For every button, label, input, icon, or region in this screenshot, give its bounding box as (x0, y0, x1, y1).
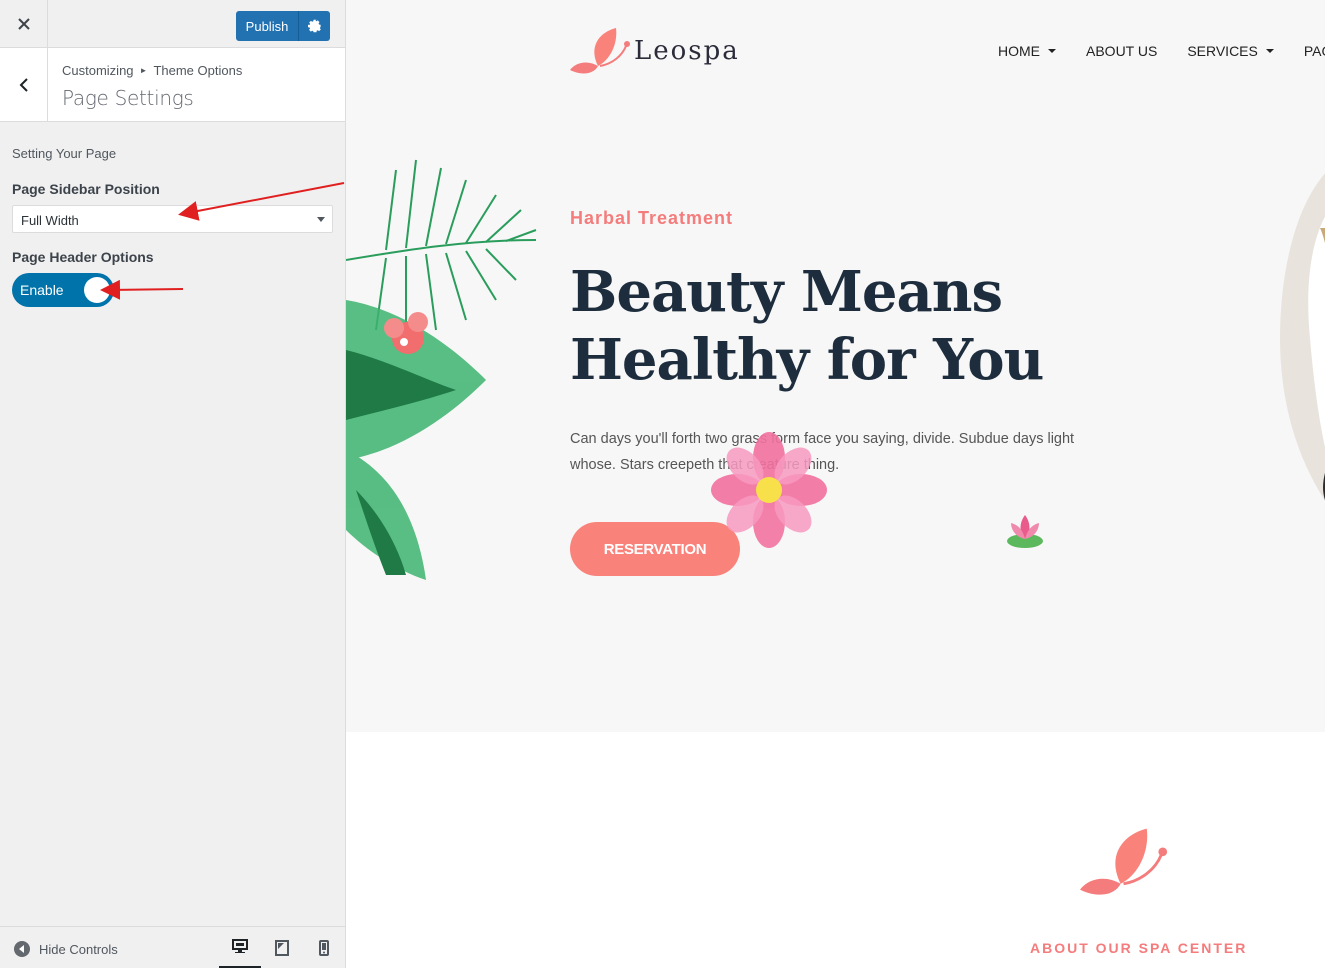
site-preview: Leospa HOME ABOUT US SERVICES PAGE Harba… (346, 0, 1325, 968)
nav-item-page[interactable]: PAGE (1304, 43, 1325, 59)
nav-item-services[interactable]: SERVICES (1187, 43, 1274, 59)
close-icon (17, 18, 30, 30)
chevron-left-icon (19, 77, 28, 92)
headline-line-2: Healthy for You (570, 327, 1044, 393)
hide-controls-icon (14, 941, 30, 957)
butterfly-logo-icon (570, 28, 630, 74)
headline-line-1: Beauty Means (570, 259, 1003, 325)
about-butterfly-icon (1080, 828, 1168, 895)
publish-settings-button[interactable] (298, 11, 330, 41)
mobile-icon (319, 940, 329, 956)
back-button[interactable] (0, 48, 48, 121)
chevron-down-icon (317, 217, 325, 222)
breadcrumb: Customizing ► Theme Options (62, 63, 242, 78)
nav-label: HOME (998, 43, 1040, 59)
hero-eyebrow: Harbal Treatment (570, 208, 734, 228)
customizer-footer: Hide Controls (0, 926, 345, 968)
header-options-toggle[interactable]: Enable (12, 273, 114, 307)
preview-tablet-button[interactable] (261, 927, 303, 968)
publish-button[interactable]: Publish (236, 11, 298, 41)
lotus-icon (1007, 515, 1043, 548)
customizer-header: Publish (0, 0, 345, 48)
tablet-icon (275, 940, 289, 956)
about-section-label: ABOUT OUR SPA CENTER (1030, 940, 1248, 956)
gear-icon (307, 19, 321, 33)
toggle-knob (84, 277, 110, 303)
site-logo[interactable]: Leospa (570, 26, 740, 76)
nav-item-about-us[interactable]: ABOUT US (1086, 43, 1157, 59)
preview-desktop-button[interactable] (219, 927, 261, 968)
device-preview-switcher (219, 927, 345, 968)
section-description: Setting Your Page (12, 146, 117, 161)
hero-photo (1280, 173, 1325, 501)
desktop-icon (232, 939, 248, 953)
nav-label: PAGE (1303, 43, 1325, 59)
nav-label: SERVICES (1187, 43, 1258, 59)
preview-mobile-button[interactable] (303, 927, 345, 968)
toggle-state-label: Enable (20, 282, 64, 298)
breadcrumb-parent: Theme Options (153, 63, 243, 78)
nav-item-home[interactable]: HOME (998, 43, 1056, 59)
close-button[interactable] (0, 0, 48, 48)
nav-label: ABOUT US (1086, 43, 1158, 59)
hero-body: Can days you'll forth two grass form fac… (570, 431, 1075, 473)
publish-group: Publish (236, 11, 330, 41)
logo-text: Leospa (634, 36, 740, 66)
sidebar-position-label: Page Sidebar Position (12, 181, 160, 197)
palm-leaves-illustration (346, 159, 537, 580)
hero-headline: Beauty Means Healthy for You (570, 258, 1044, 394)
breadcrumb-separator-icon: ► (139, 66, 148, 75)
main-navigation: HOME ABOUT US SERVICES PAGE (998, 43, 1325, 59)
breadcrumb-root: Customizing (62, 63, 134, 78)
sidebar-position-value: Full Width (21, 213, 79, 228)
sidebar-position-select[interactable]: Full Width (12, 205, 333, 233)
pink-flower-illustration (711, 432, 827, 548)
chevron-down-icon (1048, 49, 1056, 53)
hide-controls-button[interactable]: Hide Controls (14, 941, 118, 957)
chevron-down-icon (1265, 49, 1274, 53)
section-header: Customizing ► Theme Options Page Setting… (0, 48, 345, 122)
header-options-label: Page Header Options (12, 249, 154, 265)
section-title: Page Settings (62, 86, 194, 110)
hide-controls-label: Hide Controls (39, 941, 118, 957)
customizer-panel: Publish Customizing ► Theme Options Page… (0, 0, 346, 968)
